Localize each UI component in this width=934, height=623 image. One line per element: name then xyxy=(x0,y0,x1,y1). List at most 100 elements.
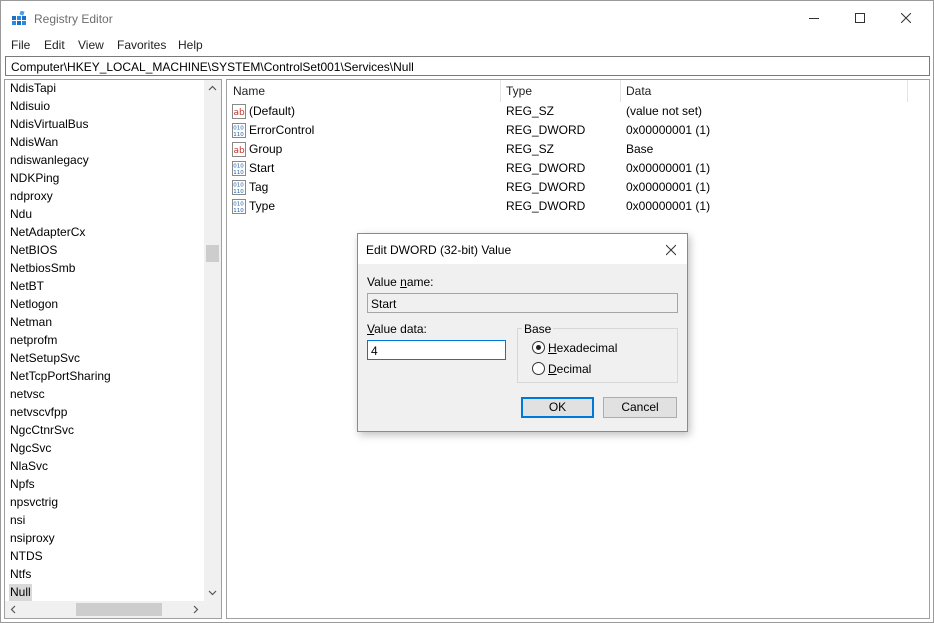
menu-edit[interactable]: Edit xyxy=(44,38,65,52)
value-data-input[interactable]: 4 xyxy=(367,340,506,360)
menu-favorites[interactable]: Favorites xyxy=(117,38,166,52)
tree-item[interactable]: netprofm xyxy=(9,332,58,350)
window-title: Registry Editor xyxy=(34,12,113,26)
scroll-left-button[interactable] xyxy=(5,601,22,618)
column-header-data[interactable]: Data xyxy=(626,80,651,102)
value-data-cell: 0x00000001 (1) xyxy=(626,199,711,213)
tree-item[interactable]: ndproxy xyxy=(9,188,54,206)
maximize-button[interactable] xyxy=(837,1,883,35)
tree-item[interactable]: Null xyxy=(9,584,32,602)
cancel-button[interactable]: Cancel xyxy=(603,397,677,418)
svg-text:110: 110 xyxy=(233,208,244,214)
binary-value-icon: 010 110 xyxy=(231,180,247,195)
tree-item[interactable]: nsi xyxy=(9,512,26,530)
column-divider[interactable] xyxy=(620,80,621,102)
tree-item[interactable]: nsiproxy xyxy=(9,530,56,548)
value-row[interactable]: 010 110 ErrorControl REG_DWORD 0x00000001 (1… xyxy=(227,121,927,140)
tree-vertical-scrollbar[interactable] xyxy=(204,80,221,601)
key-tree-panel: NdisTapi Ndisuio NdisVirtualBus NdisWan ndis… xyxy=(4,79,222,619)
tree-item[interactable]: NdisVirtualBus xyxy=(9,116,89,134)
dialog-close-button[interactable] xyxy=(658,239,684,261)
tree-item[interactable]: NetAdapterCx xyxy=(9,224,86,242)
svg-text:010: 010 xyxy=(233,183,244,189)
decimal-access-key: D xyxy=(548,362,557,376)
value-row[interactable]: 010 110 Type REG_DWORD 0x00000001 (1) xyxy=(227,197,927,216)
value-row[interactable]: 010 110 Tag REG_DWORD 0x00000001 (1) xyxy=(227,178,927,197)
tree-item[interactable]: NgcCtnrSvc xyxy=(9,422,75,440)
title-bar: Registry Editor xyxy=(1,1,933,35)
svg-text:110: 110 xyxy=(233,170,244,176)
tree-item[interactable]: npsvctrig xyxy=(9,494,59,512)
svg-text:ab: ab xyxy=(234,146,246,156)
binary-value-icon: 010 110 xyxy=(231,123,247,138)
tree-item[interactable]: Ndu xyxy=(9,206,33,224)
decimal-label[interactable]: Decimal xyxy=(548,362,591,376)
tree-item[interactable]: Npfs xyxy=(9,476,36,494)
scroll-right-button[interactable] xyxy=(187,601,204,618)
tree-item[interactable]: netvsc xyxy=(9,386,46,404)
value-row[interactable]: ab (Default) REG_SZ (value not set) xyxy=(227,102,927,121)
value-data-cell: 0x00000001 (1) xyxy=(626,180,711,194)
hexadecimal-label[interactable]: Hexadecimal xyxy=(548,341,617,355)
column-divider[interactable] xyxy=(500,80,501,102)
close-icon xyxy=(900,12,912,24)
column-header-type[interactable]: Type xyxy=(506,80,532,102)
tree-item[interactable]: ndiswanlegacy xyxy=(9,152,90,170)
binary-value-icon: 010 110 xyxy=(231,199,247,214)
value-name-label-text-end: ame: xyxy=(406,275,434,289)
registry-editor-window: Registry Editor File Edit View Favorites… xyxy=(0,0,934,623)
chevron-down-icon xyxy=(208,590,217,596)
scroll-down-button[interactable] xyxy=(204,584,221,601)
tree-item[interactable]: NdisWan xyxy=(9,134,59,152)
value-data-label: Value data: xyxy=(367,322,427,336)
string-value-icon: ab xyxy=(231,142,247,157)
menu-view[interactable]: View xyxy=(78,38,104,52)
value-row[interactable]: 010 110 Start REG_DWORD 0x00000001 (1) xyxy=(227,159,927,178)
edit-dword-dialog: Edit DWORD (32-bit) Value Value name: St… xyxy=(357,233,688,432)
tree-horizontal-scroll-thumb[interactable] xyxy=(76,603,162,616)
value-type-cell: REG_DWORD xyxy=(506,123,586,137)
svg-text:010: 010 xyxy=(233,126,244,132)
registry-editor-icon xyxy=(12,11,26,25)
tree-item[interactable]: NlaSvc xyxy=(9,458,49,476)
tree-item[interactable]: Netlogon xyxy=(9,296,59,314)
value-name-field: Start xyxy=(367,293,678,313)
tree-item[interactable]: netvscvfpp xyxy=(9,404,68,422)
maximize-icon xyxy=(855,13,865,23)
value-name-cell: Group xyxy=(249,142,283,156)
tree-item[interactable]: Netman xyxy=(9,314,53,332)
chevron-up-icon xyxy=(208,85,217,91)
value-name-cell: (Default) xyxy=(249,104,296,118)
address-bar[interactable]: Computer\HKEY_LOCAL_MACHINE\SYSTEM\Contr… xyxy=(5,56,930,76)
tree-horizontal-scrollbar[interactable] xyxy=(5,601,221,618)
tree-item[interactable]: NgcSvc xyxy=(9,440,52,458)
value-type-cell: REG_DWORD xyxy=(506,199,586,213)
tree-item[interactable]: NetbiosSmb xyxy=(9,260,76,278)
column-header-name[interactable]: Name xyxy=(233,80,265,102)
value-type-cell: REG_SZ xyxy=(506,104,555,118)
ok-button[interactable]: OK xyxy=(521,397,594,418)
scroll-up-button[interactable] xyxy=(204,80,221,97)
value-data-cell: 0x00000001 (1) xyxy=(626,123,711,137)
tree-item[interactable]: NetBT xyxy=(9,278,45,296)
binary-value-icon: 010 110 xyxy=(231,161,247,176)
value-row[interactable]: ab Group REG_SZ Base xyxy=(227,140,927,159)
tree-item[interactable]: Ntfs xyxy=(9,566,32,584)
menu-help[interactable]: Help xyxy=(178,38,203,52)
column-divider[interactable] xyxy=(907,80,908,102)
tree-item[interactable]: NetTcpPortSharing xyxy=(9,368,112,386)
tree-item[interactable]: NTDS xyxy=(9,548,44,566)
tree-item[interactable]: Ndisuio xyxy=(9,98,51,116)
menu-file[interactable]: File xyxy=(11,38,30,52)
tree-item[interactable]: NDKPing xyxy=(9,170,60,188)
minimize-button[interactable] xyxy=(791,1,837,35)
close-button[interactable] xyxy=(883,1,929,35)
tree-item[interactable]: NdisTapi xyxy=(9,80,57,98)
tree-item[interactable]: NetSetupSvc xyxy=(9,350,81,368)
string-value-icon: ab xyxy=(231,104,247,119)
value-data-cell: (value not set) xyxy=(626,104,703,118)
tree-vertical-scroll-thumb[interactable] xyxy=(206,245,219,262)
decimal-radio[interactable] xyxy=(532,362,545,375)
tree-item[interactable]: NetBIOS xyxy=(9,242,58,260)
hexadecimal-radio[interactable] xyxy=(532,341,545,354)
